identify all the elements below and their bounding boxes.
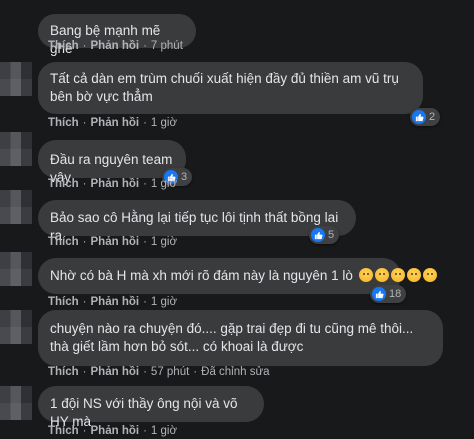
sad-face-emoji [374,268,389,282]
reaction-number: 3 [181,171,188,183]
comment-actions: Thích · Phản hồi · 7 phút [48,40,183,52]
reply-link[interactable]: Phản hồi [91,236,140,248]
reply-link[interactable]: Phản hồi [91,178,140,190]
comment-bubble: Nhờ có bà H mà xh mới rõ đám này là nguy… [38,258,437,294]
like-link[interactable]: Thích [48,425,79,437]
comment-time[interactable]: 7 phút [151,40,183,52]
like-icon [311,228,325,242]
avatar[interactable] [0,252,32,286]
avatar[interactable] [0,190,32,224]
reply-link[interactable]: Phản hồi [91,117,140,129]
comment-time[interactable]: 1 giờ [151,296,177,308]
comment-time[interactable]: 1 giờ [151,178,177,190]
reply-link[interactable]: Phản hồi [91,40,140,52]
comment-text: chuyện nào ra chuyện đó.... gặp trai đẹp… [50,321,414,354]
avatar[interactable] [0,62,32,96]
like-link[interactable]: Thích [48,236,79,248]
sad-face-emoji [406,268,421,282]
comment-time[interactable]: 1 giờ [151,425,177,437]
reaction-count[interactable]: 18 [370,285,407,303]
comment-bubble: chuyện nào ra chuyện đó.... gặp trai đẹp… [38,310,443,366]
like-icon [412,110,426,124]
comment-bubble: 1 đội NS với thầy ông nội và võ HY mà [38,386,264,429]
comment-text: Tất cả dàn em trùm chuối xuất hiện đầy đ… [50,71,399,104]
reaction-count[interactable]: 5 [309,226,340,244]
sad-face-emoji [358,268,373,282]
like-link[interactable]: Thích [48,117,79,129]
edited-label: Đã chỉnh sửa [201,366,270,378]
like-link[interactable]: Thích [48,40,79,52]
like-icon [372,287,386,301]
comment-actions: Thích · Phản hồi · 1 giờ [48,296,178,308]
comment-bubble: Bảo sao cô Hằng lại tiếp tục lôi tịnh th… [38,200,356,243]
reaction-number: 18 [389,288,402,300]
comment-text: Nhờ có bà H mà xh mới rõ đám này là nguy… [50,267,437,285]
comment-actions: Thích · Phản hồi · 1 giờ [48,178,178,190]
comment-actions: Thích · Phản hồi · 57 phút · Đã chỉnh sửa [48,366,270,378]
comment-time[interactable]: 1 giờ [151,117,177,129]
avatar[interactable] [0,132,32,166]
comment-actions: Thích · Phản hồi · 1 giờ [48,425,178,437]
sad-face-emoji [422,268,437,282]
reaction-number: 2 [429,111,436,123]
reply-link[interactable]: Phản hồi [91,425,140,437]
comment-actions: Thích · Phản hồi · 1 giờ [48,236,178,248]
reaction-count[interactable]: 2 [410,108,441,126]
reply-link[interactable]: Phản hồi [91,296,140,308]
avatar[interactable] [0,310,32,344]
comment-time[interactable]: 1 giờ [151,236,177,248]
like-link[interactable]: Thích [48,296,79,308]
like-link[interactable]: Thích [48,366,79,378]
avatar[interactable] [0,386,32,420]
reply-link[interactable]: Phản hồi [91,366,140,378]
comment-actions: Thích · Phản hồi · 1 giờ [48,117,178,129]
like-link[interactable]: Thích [48,178,79,190]
reaction-number: 5 [328,229,335,241]
comment-bubble: Tất cả dàn em trùm chuối xuất hiện đầy đ… [38,62,423,114]
sad-face-emoji [390,268,405,282]
comment-time[interactable]: 57 phút [151,366,189,378]
